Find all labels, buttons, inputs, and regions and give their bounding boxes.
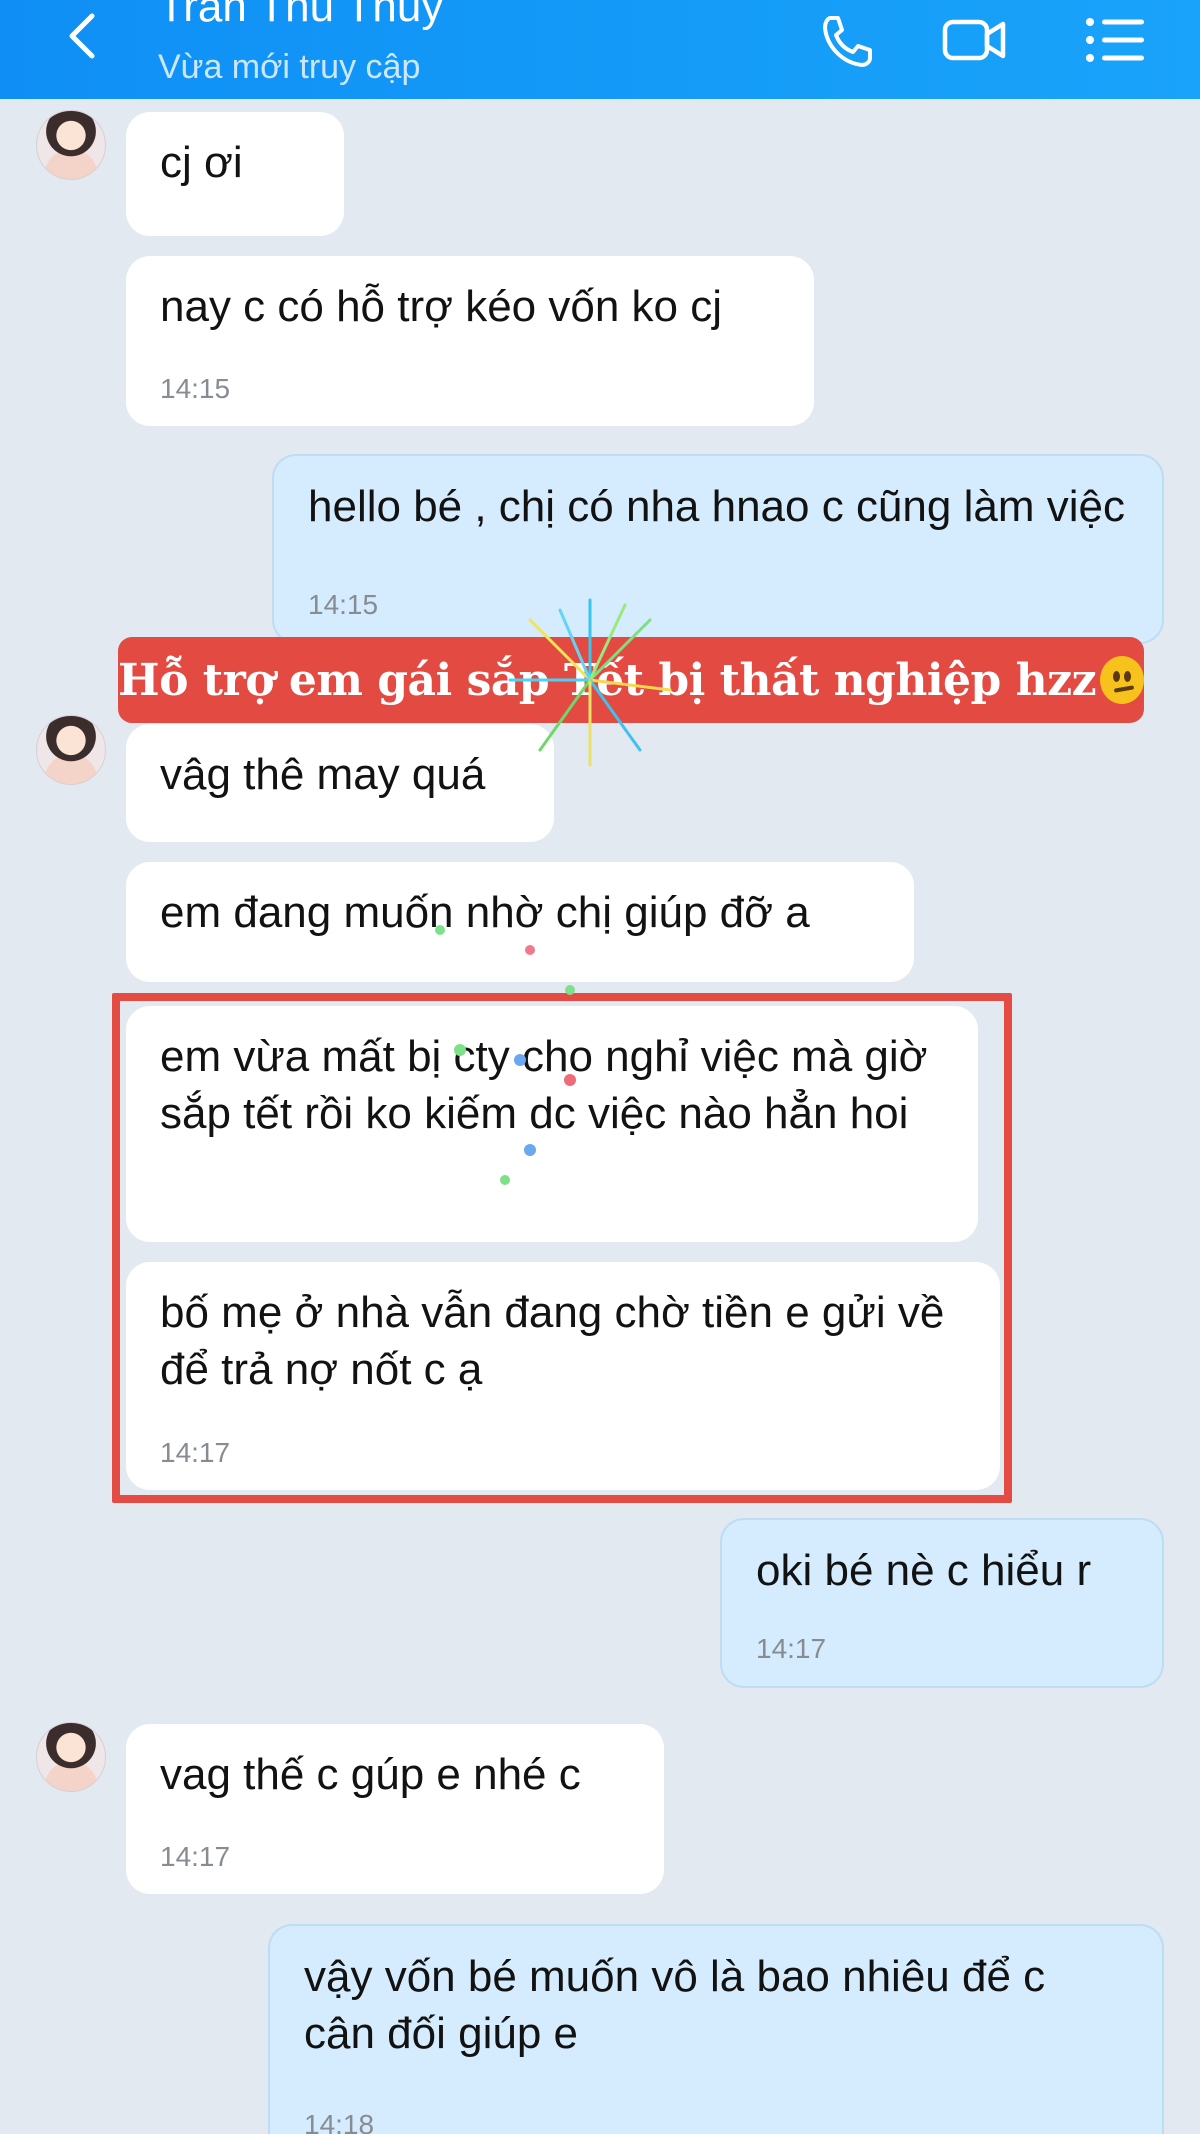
video-camera-icon (942, 19, 1006, 61)
video-caption-banner: Hỗ trợ em gái sắp Tết bị thất nghiệp hzz (118, 637, 1144, 723)
confused-face-icon (1100, 656, 1144, 704)
message-bubble-outgoing[interactable]: hello bé , chị có nha hnao c cũng làm vi… (272, 454, 1164, 644)
options-menu-button[interactable] (1080, 10, 1150, 70)
message-bubble-incoming[interactable]: nay c có hỗ trợ kéo vốn ko cj 14:15 (126, 256, 814, 426)
message-bubble-incoming[interactable]: em đang muốn nhờ chị giúp đỡ a (126, 862, 914, 982)
message-text: em đang muốn nhờ chị giúp đỡ a (160, 888, 810, 937)
message-time: 14:18 (304, 2109, 375, 2134)
message-text: oki bé nè c hiểu r (756, 1546, 1092, 1595)
call-button[interactable] (810, 10, 880, 70)
message-text: hello bé , chị có nha hnao c cũng làm vi… (308, 482, 1125, 531)
message-bubble-incoming[interactable]: cj ơi (126, 112, 344, 236)
message-bubble-incoming[interactable]: vag thế c gúp e nhé c 14:17 (126, 1724, 664, 1894)
contact-avatar[interactable] (36, 715, 106, 785)
contact-status: Vừa mới truy cập (158, 48, 421, 86)
list-menu-icon (1086, 18, 1144, 62)
message-text: nay c có hỗ trợ kéo vốn ko cj (160, 282, 723, 331)
video-call-button[interactable] (940, 10, 1010, 70)
back-button[interactable] (62, 8, 112, 68)
message-time: 14:17 (756, 1633, 827, 1664)
caption-text: Hỗ trợ em gái sắp Tết bị thất nghiệp hzz (118, 654, 1097, 706)
contact-name[interactable]: Trần Thu Thủy (158, 0, 443, 32)
message-bubble-outgoing[interactable]: vậy vốn bé muốn vô là bao nhiêu để c cân… (268, 1924, 1164, 2134)
message-bubble-outgoing[interactable]: oki bé nè c hiểu r 14:17 (720, 1518, 1164, 1688)
message-time: 14:15 (308, 589, 379, 620)
highlight-annotation-box (112, 993, 1012, 1503)
message-text: cj ơi (160, 138, 243, 187)
message-text: vâg thê may quá (160, 750, 486, 799)
chat-header: Trần Thu Thủy Vừa mới truy cập (0, 0, 1200, 99)
message-time: 14:15 (160, 373, 231, 404)
contact-avatar[interactable] (36, 1722, 106, 1792)
message-text: vag thế c gúp e nhé c (160, 1750, 581, 1799)
message-bubble-incoming[interactable]: vâg thê may quá (126, 724, 554, 842)
phone-icon (823, 16, 872, 67)
message-time: 14:17 (160, 1841, 231, 1872)
back-arrow-icon (69, 13, 95, 59)
contact-avatar[interactable] (36, 110, 106, 180)
message-text: vậy vốn bé muốn vô là bao nhiêu để c cân… (304, 1952, 1058, 2058)
